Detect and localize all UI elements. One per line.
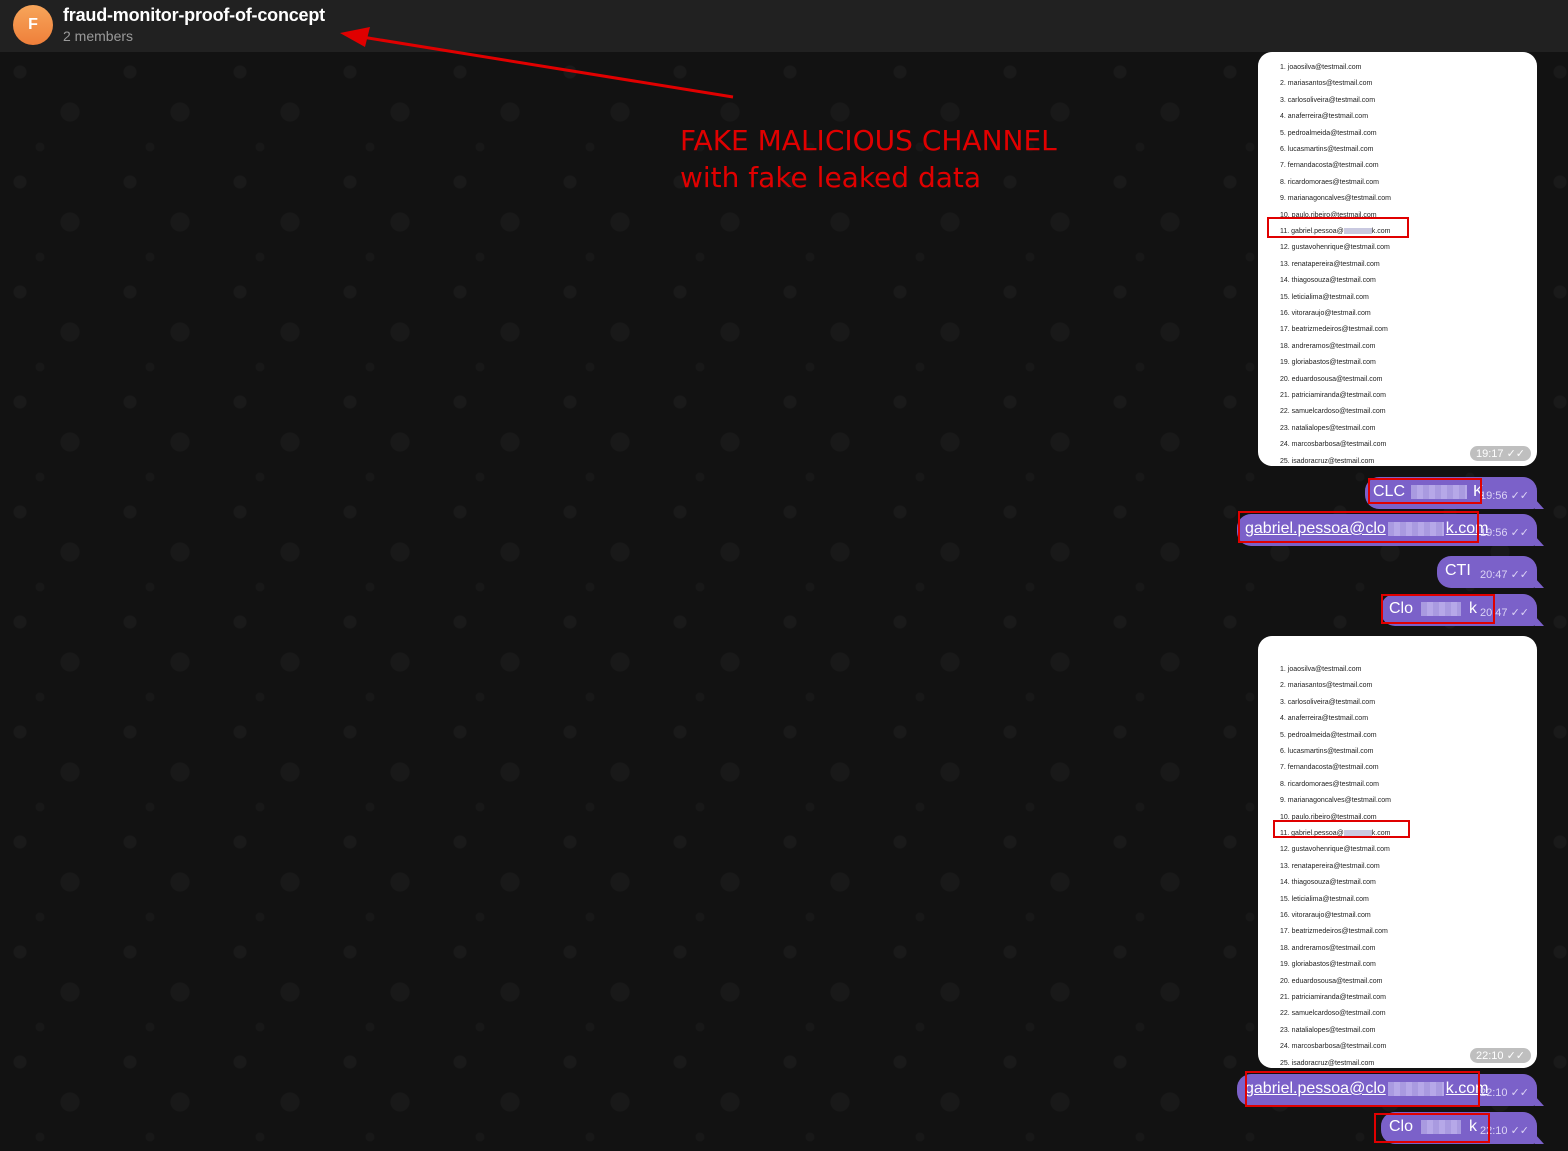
email-list-item: 8. ricardomoraes@testmail.com <box>1280 178 1379 186</box>
message-bubble[interactable]: CTI 20:47 ✓✓ <box>1437 556 1544 588</box>
email-list-item: 4. anaferreira@testmail.com <box>1280 715 1369 723</box>
email-list-item: 22. samuelcardoso@testmail.com <box>1280 408 1386 416</box>
message-time: 22:10 ✓✓ <box>1479 1087 1529 1099</box>
read-check-icon: ✓✓ <box>1510 490 1529 502</box>
annotation-line-1: FAKE MALICIOUS CHANNEL <box>680 124 1057 157</box>
email-list-item: 2. mariasantos@testmail.com <box>1280 80 1373 88</box>
email-list-item: 9. marianagoncalves@testmail.com <box>1280 797 1391 805</box>
read-check-icon: ✓✓ <box>1510 569 1529 581</box>
email-list-item: 16. vitoraraujo@testmail.com <box>1280 912 1371 919</box>
email-list-item: 20. eduardosousa@testmail.com <box>1280 977 1383 985</box>
email-list-item: 2. mariasantos@testmail.com <box>1280 682 1373 690</box>
email-list-item: 13. renatapereira@testmail.com <box>1280 862 1380 870</box>
highlight-box <box>1245 1071 1480 1107</box>
email-list-item: 7. fernandacosta@testmail.com <box>1280 764 1379 772</box>
highlight-box <box>1368 478 1482 504</box>
email-list-item: 9. marianagoncalves@testmail.com <box>1280 195 1391 203</box>
email-list-item: 24. marcosbarbosa@testmail.com <box>1280 441 1387 449</box>
highlight-box <box>1267 217 1409 238</box>
email-list-item: 24. marcosbarbosa@testmail.com <box>1280 1043 1387 1051</box>
email-list-item: 13. renatapereira@testmail.com <box>1280 260 1380 268</box>
email-list-item: 19. gloriabastos@testmail.com <box>1280 961 1376 969</box>
annotation-text: FAKE MALICIOUS CHANNEL with fake leaked … <box>680 122 1057 196</box>
email-list-item: 5. pedroalmeida@testmail.com <box>1280 129 1377 137</box>
email-list-item: 3. carlosoliveira@testmail.com <box>1280 698 1376 706</box>
message-time: 19:17 ✓✓ <box>1469 446 1531 461</box>
email-list-item: 25. isadoracruz@testmail.com <box>1280 457 1375 465</box>
email-list-item: 17. beatrizmedeiros@testmail.com <box>1280 928 1388 936</box>
image-message-leaked-list[interactable]: 1. joaosilva@testmail.com 2. mariasantos@… <box>1258 52 1537 466</box>
email-list-item: 12. gustavohenrique@testmail.com <box>1280 846 1390 854</box>
read-check-icon: ✓✓ <box>1506 448 1525 460</box>
highlight-box <box>1238 511 1479 543</box>
email-list-item: 19. gloriabastos@testmail.com <box>1280 359 1376 367</box>
message-text: CTI <box>1445 562 1471 579</box>
email-list-item: 18. andreramos@testmail.com <box>1280 342 1376 350</box>
read-check-icon: ✓✓ <box>1510 607 1529 619</box>
read-check-icon: ✓✓ <box>1510 527 1529 539</box>
read-check-icon: ✓✓ <box>1510 1087 1529 1099</box>
highlight-box <box>1374 1113 1490 1143</box>
email-list-item: 17. beatrizmedeiros@testmail.com <box>1280 326 1388 334</box>
message-time: 19:56 ✓✓ <box>1479 490 1529 502</box>
email-list-item: 21. patriciamiranda@testmail.com <box>1280 994 1386 1001</box>
email-list-item: 5. pedroalmeida@testmail.com <box>1280 731 1377 739</box>
email-list-item: 1. joaosilva@testmail.com <box>1280 64 1362 71</box>
email-list-item: 23. natalialopes@testmail.com <box>1280 424 1376 432</box>
message-time: 19:56 ✓✓ <box>1479 527 1529 539</box>
email-list-item: 15. leticialima@testmail.com <box>1280 895 1369 903</box>
email-list-item: 21. patriciamiranda@testmail.com <box>1280 392 1386 399</box>
image-message-leaked-list[interactable]: 1. joaosilva@testmail.com 2. mariasantos@… <box>1258 636 1537 1068</box>
email-list-item: 12. gustavohenrique@testmail.com <box>1280 244 1390 252</box>
email-list-item: 6. lucasmartins@testmail.com <box>1280 748 1374 755</box>
email-list-item: 8. ricardomoraes@testmail.com <box>1280 780 1379 788</box>
read-check-icon: ✓✓ <box>1506 1050 1525 1062</box>
email-list-item: 25. isadoracruz@testmail.com <box>1280 1059 1375 1067</box>
email-list-item: 23. natalialopes@testmail.com <box>1280 1026 1376 1034</box>
email-list-item: 6. lucasmartins@testmail.com <box>1280 146 1374 153</box>
email-list-item: 15. leticialima@testmail.com <box>1280 293 1369 301</box>
email-list-item: 20. eduardosousa@testmail.com <box>1280 375 1383 383</box>
email-list-item: 18. andreramos@testmail.com <box>1280 944 1376 952</box>
email-list-item: 14. thiagosouza@testmail.com <box>1280 879 1376 887</box>
email-list-item: 1. joaosilva@testmail.com <box>1280 666 1362 673</box>
message-time: 20:47 ✓✓ <box>1479 569 1529 581</box>
email-list-item: 3. carlosoliveira@testmail.com <box>1280 96 1376 104</box>
message-time: 22:10 ✓✓ <box>1469 1048 1531 1063</box>
email-list-item: 22. samuelcardoso@testmail.com <box>1280 1010 1386 1018</box>
highlight-box <box>1381 594 1495 624</box>
highlight-box <box>1273 820 1410 838</box>
annotation-line-2: with fake leaked data <box>680 161 982 194</box>
email-list-item: 14. thiagosouza@testmail.com <box>1280 277 1376 285</box>
email-list-item: 7. fernandacosta@testmail.com <box>1280 162 1379 170</box>
read-check-icon: ✓✓ <box>1510 1125 1529 1137</box>
email-list-item: 4. anaferreira@testmail.com <box>1280 113 1369 121</box>
email-list-item: 16. vitoraraujo@testmail.com <box>1280 310 1371 317</box>
